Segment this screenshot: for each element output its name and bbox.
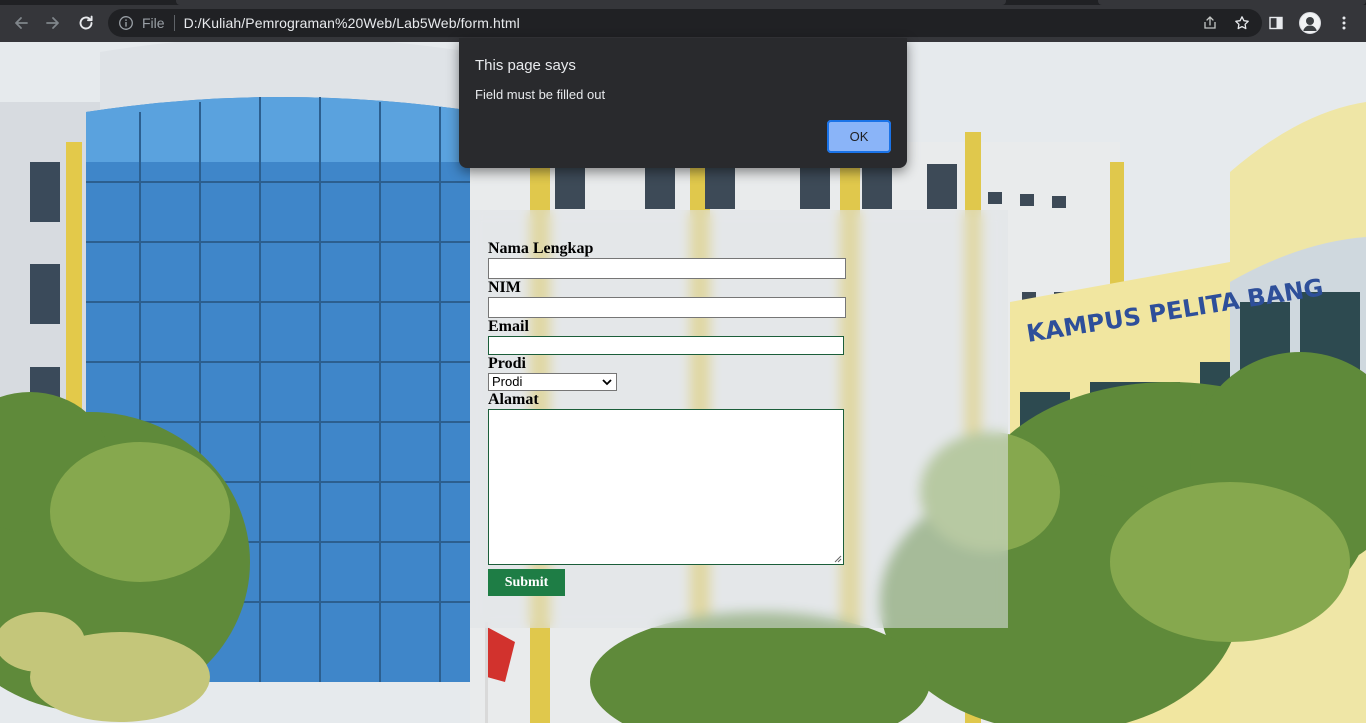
back-button[interactable]	[5, 7, 37, 39]
alamat-textarea[interactable]	[488, 409, 844, 565]
browser-toolbar: File D:/Kuliah/Pemrograman%20Web/Lab5Web…	[0, 0, 1366, 42]
email-label: Email	[488, 318, 529, 335]
prodi-select[interactable]: Prodi	[488, 373, 617, 391]
dialog-message: Field must be filled out	[475, 87, 606, 102]
kebab-menu-icon	[1342, 16, 1346, 30]
tab-strip	[0, 0, 1366, 5]
reload-button[interactable]	[70, 7, 102, 39]
side-panel-button[interactable]	[1264, 11, 1288, 35]
alamat-label: Alamat	[488, 391, 539, 408]
alert-dialog: This page says Field must be filled out …	[459, 38, 907, 168]
profile-button[interactable]	[1298, 11, 1322, 35]
email-input[interactable]	[488, 336, 844, 355]
dialog-title: This page says	[475, 57, 576, 74]
arrow-right-icon	[46, 17, 59, 29]
browser-menu-button[interactable]	[1332, 11, 1356, 35]
resize-grip-icon[interactable]	[833, 554, 842, 563]
star-icon[interactable]	[1234, 15, 1250, 31]
nama-lengkap-input[interactable]	[488, 258, 846, 279]
omnibox-separator	[173, 15, 175, 31]
url-scheme-label: File	[142, 15, 165, 31]
side-panel-icon	[1269, 16, 1283, 30]
omnibox-actions	[1202, 9, 1262, 37]
forward-button[interactable]	[37, 7, 69, 39]
nama-lengkap-label: Nama Lengkap	[488, 240, 594, 257]
nim-input[interactable]	[488, 297, 846, 318]
toolbar-right-actions	[1264, 5, 1366, 41]
nim-label: NIM	[488, 279, 521, 296]
dialog-ok-button[interactable]: OK	[827, 120, 891, 153]
profile-avatar	[1299, 12, 1321, 34]
url-text[interactable]: D:/Kuliah/Pemrograman%20Web/Lab5Web/form…	[184, 15, 520, 31]
prodi-selected-value: Prodi	[492, 374, 523, 389]
arrow-left-icon	[15, 17, 28, 29]
prodi-label: Prodi	[488, 355, 526, 372]
reload-icon	[79, 15, 93, 30]
address-bar[interactable]: File D:/Kuliah/Pemrograman%20Web/Lab5Web…	[108, 9, 1262, 37]
submit-button[interactable]: Submit	[488, 569, 565, 596]
info-icon[interactable]	[118, 15, 134, 31]
share-icon[interactable]	[1202, 15, 1218, 31]
chevron-down-icon	[602, 379, 612, 386]
active-tab-edge[interactable]	[176, 0, 1006, 5]
registration-form: Nama Lengkap NIM Email Prodi Prodi Alama…	[488, 240, 848, 596]
